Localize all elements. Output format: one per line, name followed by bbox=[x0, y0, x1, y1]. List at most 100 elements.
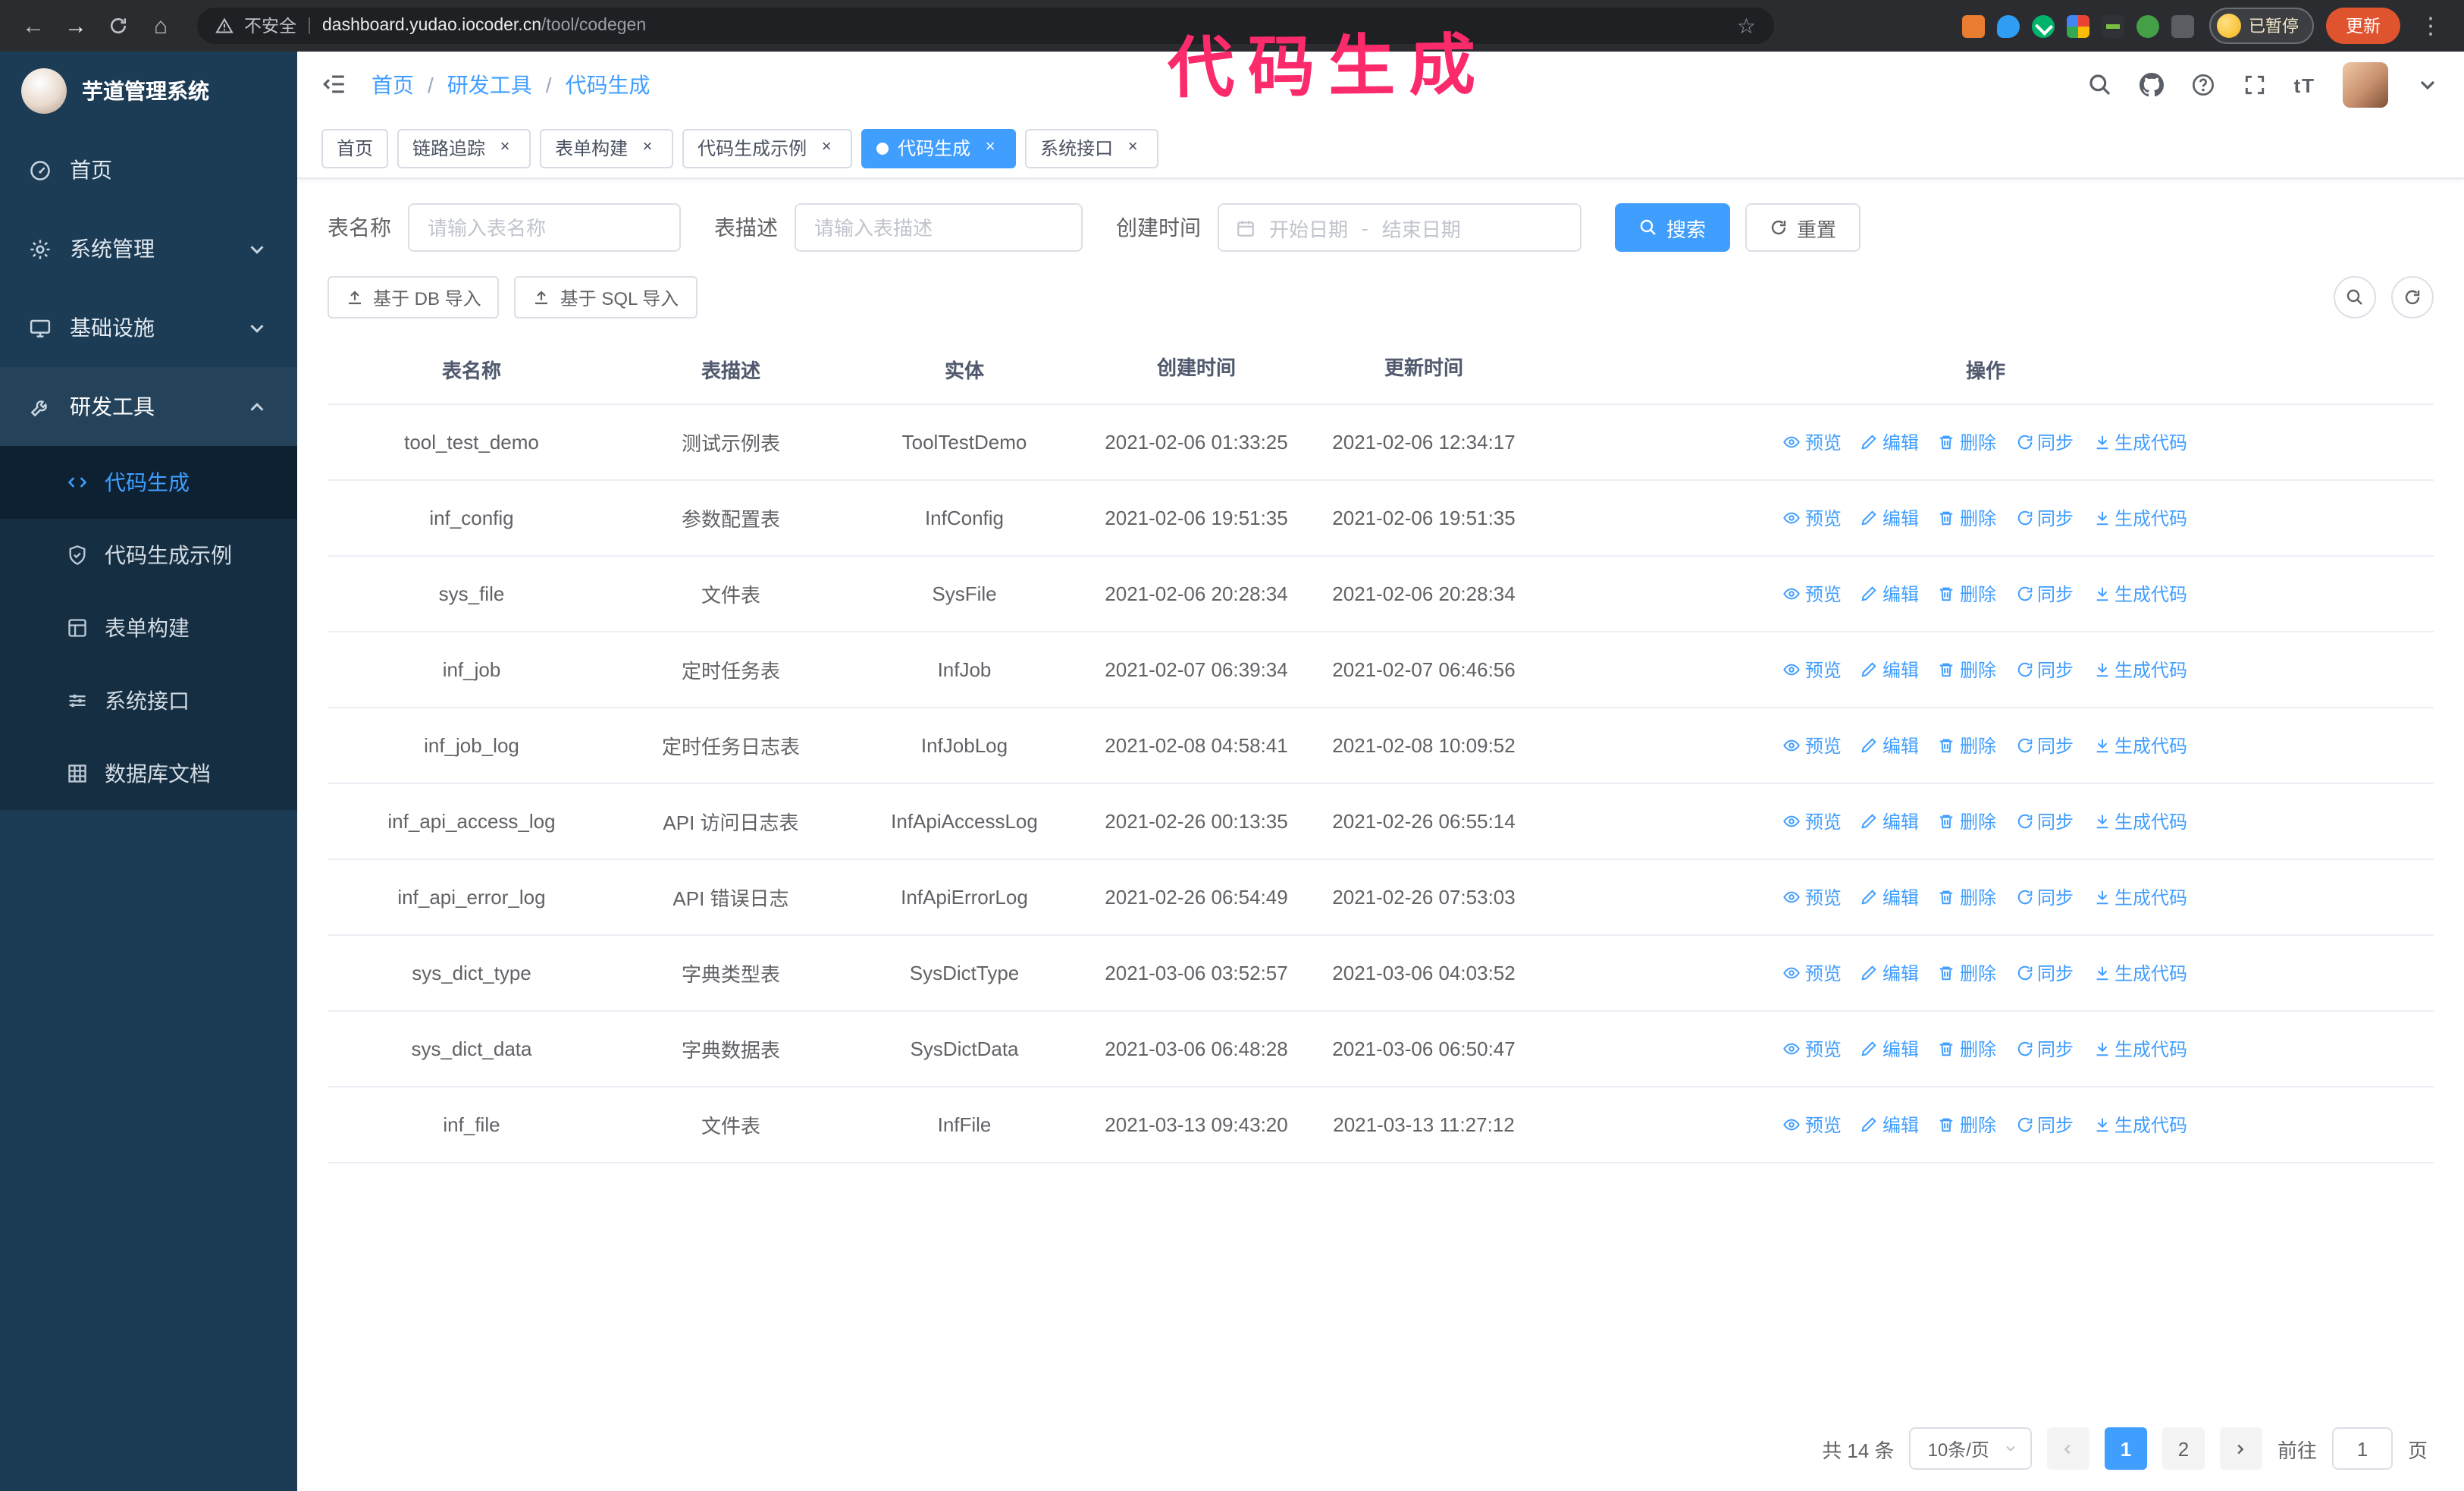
delete-link[interactable]: 删除 bbox=[1939, 1112, 1996, 1138]
preview-link[interactable]: 预览 bbox=[1784, 657, 1842, 683]
import-sql-button[interactable]: 基于 SQL 导入 bbox=[514, 276, 698, 319]
extension-icon[interactable] bbox=[1962, 14, 1985, 37]
edit-link[interactable]: 编辑 bbox=[1861, 884, 1919, 910]
search-button[interactable]: 搜索 bbox=[1615, 203, 1731, 252]
page-2-button[interactable]: 2 bbox=[2161, 1427, 2205, 1470]
page-1-button[interactable]: 1 bbox=[2104, 1427, 2147, 1470]
next-page-button[interactable] bbox=[2219, 1427, 2262, 1470]
delete-link[interactable]: 删除 bbox=[1939, 657, 1996, 683]
close-tab-icon[interactable]: × bbox=[637, 137, 658, 159]
prev-page-button[interactable] bbox=[2046, 1427, 2089, 1470]
delete-link[interactable]: 删除 bbox=[1939, 808, 1996, 834]
table-name-input[interactable] bbox=[408, 203, 681, 252]
sync-link[interactable]: 同步 bbox=[2016, 505, 2074, 531]
app-logo[interactable]: 芋道管理系统 bbox=[0, 52, 297, 130]
browser-menu-icon[interactable]: ⋮ bbox=[2412, 8, 2449, 44]
sync-link[interactable]: 同步 bbox=[2016, 429, 2074, 455]
sidebar-subitem-codegen-example[interactable]: 代码生成示例 bbox=[0, 519, 297, 592]
edit-link[interactable]: 编辑 bbox=[1861, 733, 1919, 758]
generate-code-link[interactable]: 生成代码 bbox=[2093, 1112, 2187, 1138]
forward-icon[interactable]: → bbox=[58, 8, 94, 44]
tab-codegen-example[interactable]: 代码生成示例 × bbox=[682, 128, 853, 168]
preview-link[interactable]: 预览 bbox=[1784, 960, 1842, 986]
preview-link[interactable]: 预览 bbox=[1784, 733, 1842, 758]
tab-codegen[interactable]: 代码生成 × bbox=[861, 128, 1017, 168]
profile-sync-paused-chip[interactable]: 已暂停 bbox=[2209, 8, 2314, 44]
generate-code-link[interactable]: 生成代码 bbox=[2093, 657, 2187, 683]
preview-link[interactable]: 预览 bbox=[1784, 581, 1842, 607]
delete-link[interactable]: 删除 bbox=[1939, 429, 1996, 455]
edit-link[interactable]: 编辑 bbox=[1861, 808, 1919, 834]
edit-link[interactable]: 编辑 bbox=[1861, 1036, 1919, 1062]
refresh-table-button[interactable] bbox=[2391, 276, 2434, 319]
home-icon[interactable]: ⌂ bbox=[143, 8, 179, 44]
reset-button[interactable]: 重置 bbox=[1745, 203, 1861, 252]
close-tab-icon[interactable]: × bbox=[816, 137, 837, 159]
extension-icon[interactable] bbox=[2067, 14, 2089, 37]
tab-system-api[interactable]: 系统接口 × bbox=[1025, 128, 1159, 168]
reload-icon[interactable] bbox=[100, 8, 136, 44]
sidebar-item-infrastructure[interactable]: 基础设施 bbox=[0, 288, 297, 367]
back-icon[interactable]: ← bbox=[15, 8, 52, 44]
preview-link[interactable]: 预览 bbox=[1784, 1112, 1842, 1138]
delete-link[interactable]: 删除 bbox=[1939, 581, 1996, 607]
extension-icon[interactable] bbox=[2136, 14, 2159, 37]
generate-code-link[interactable]: 生成代码 bbox=[2093, 808, 2187, 834]
date-range-picker[interactable]: 开始日期 - 结束日期 bbox=[1218, 203, 1582, 252]
tab-tracer[interactable]: 链路追踪 × bbox=[397, 128, 531, 168]
extension-icon[interactable] bbox=[2102, 14, 2124, 37]
table-desc-input[interactable] bbox=[795, 203, 1083, 252]
sync-link[interactable]: 同步 bbox=[2016, 581, 2074, 607]
preview-link[interactable]: 预览 bbox=[1784, 429, 1842, 455]
generate-code-link[interactable]: 生成代码 bbox=[2093, 733, 2187, 758]
font-size-icon[interactable]: tT bbox=[2293, 74, 2315, 96]
edit-link[interactable]: 编辑 bbox=[1861, 657, 1919, 683]
sidebar-fold-icon[interactable] bbox=[321, 71, 347, 99]
sidebar-item-dev-tools[interactable]: 研发工具 bbox=[0, 367, 297, 446]
goto-page-input[interactable] bbox=[2331, 1427, 2393, 1470]
generate-code-link[interactable]: 生成代码 bbox=[2093, 581, 2187, 607]
extension-icon[interactable] bbox=[1997, 14, 2020, 37]
generate-code-link[interactable]: 生成代码 bbox=[2093, 884, 2187, 910]
sync-link[interactable]: 同步 bbox=[2016, 1036, 2074, 1062]
help-icon[interactable] bbox=[2190, 73, 2215, 97]
edit-link[interactable]: 编辑 bbox=[1861, 505, 1919, 531]
breadcrumb-item[interactable]: 研发工具 bbox=[447, 70, 532, 100]
preview-link[interactable]: 预览 bbox=[1784, 808, 1842, 834]
fullscreen-icon[interactable] bbox=[2242, 73, 2266, 97]
tab-form-builder[interactable]: 表单构建 × bbox=[540, 128, 674, 168]
sidebar-subitem-db-doc[interactable]: 数据库文档 bbox=[0, 737, 297, 810]
preview-link[interactable]: 预览 bbox=[1784, 884, 1842, 910]
edit-link[interactable]: 编辑 bbox=[1861, 960, 1919, 986]
sidebar-item-system-management[interactable]: 系统管理 bbox=[0, 209, 297, 288]
delete-link[interactable]: 删除 bbox=[1939, 1036, 1996, 1062]
sidebar-subitem-form-builder[interactable]: 表单构建 bbox=[0, 592, 297, 664]
edit-link[interactable]: 编辑 bbox=[1861, 1112, 1919, 1138]
close-tab-icon[interactable]: × bbox=[1122, 137, 1143, 159]
github-icon[interactable] bbox=[2139, 73, 2163, 97]
address-bar[interactable]: 不安全 | dashboard.yudao.iocoder.cn/tool/co… bbox=[197, 8, 1774, 44]
sync-link[interactable]: 同步 bbox=[2016, 808, 2074, 834]
user-avatar[interactable] bbox=[2343, 62, 2388, 108]
page-size-select[interactable]: 10条/页 bbox=[1909, 1427, 2032, 1470]
sync-link[interactable]: 同步 bbox=[2016, 733, 2074, 758]
avatar-caret-icon[interactable] bbox=[2415, 73, 2440, 97]
edit-link[interactable]: 编辑 bbox=[1861, 429, 1919, 455]
sync-link[interactable]: 同步 bbox=[2016, 1112, 2074, 1138]
delete-link[interactable]: 删除 bbox=[1939, 505, 1996, 531]
sync-link[interactable]: 同步 bbox=[2016, 884, 2074, 910]
delete-link[interactable]: 删除 bbox=[1939, 733, 1996, 758]
sync-link[interactable]: 同步 bbox=[2016, 657, 2074, 683]
bookmark-star-icon[interactable]: ☆ bbox=[1737, 13, 1756, 39]
sidebar-item-home[interactable]: 首页 bbox=[0, 130, 297, 209]
search-icon[interactable] bbox=[2087, 73, 2111, 97]
tab-home[interactable]: 首页 bbox=[321, 128, 389, 168]
generate-code-link[interactable]: 生成代码 bbox=[2093, 429, 2187, 455]
generate-code-link[interactable]: 生成代码 bbox=[2093, 960, 2187, 986]
generate-code-link[interactable]: 生成代码 bbox=[2093, 505, 2187, 531]
chrome-update-button[interactable]: 更新 bbox=[2326, 8, 2400, 44]
preview-link[interactable]: 预览 bbox=[1784, 1036, 1842, 1062]
sidebar-subitem-system-api[interactable]: 系统接口 bbox=[0, 664, 297, 737]
edit-link[interactable]: 编辑 bbox=[1861, 581, 1919, 607]
import-db-button[interactable]: 基于 DB 导入 bbox=[328, 276, 500, 319]
